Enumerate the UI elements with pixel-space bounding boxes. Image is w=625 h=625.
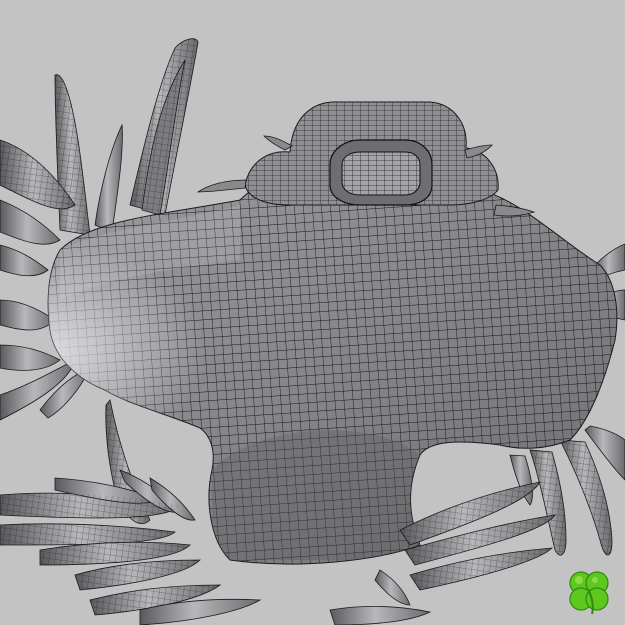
four-leaf-clover-logo-icon xyxy=(569,571,609,615)
3d-viewport[interactable] xyxy=(0,0,625,625)
wireframe-mesh-render xyxy=(0,38,625,625)
